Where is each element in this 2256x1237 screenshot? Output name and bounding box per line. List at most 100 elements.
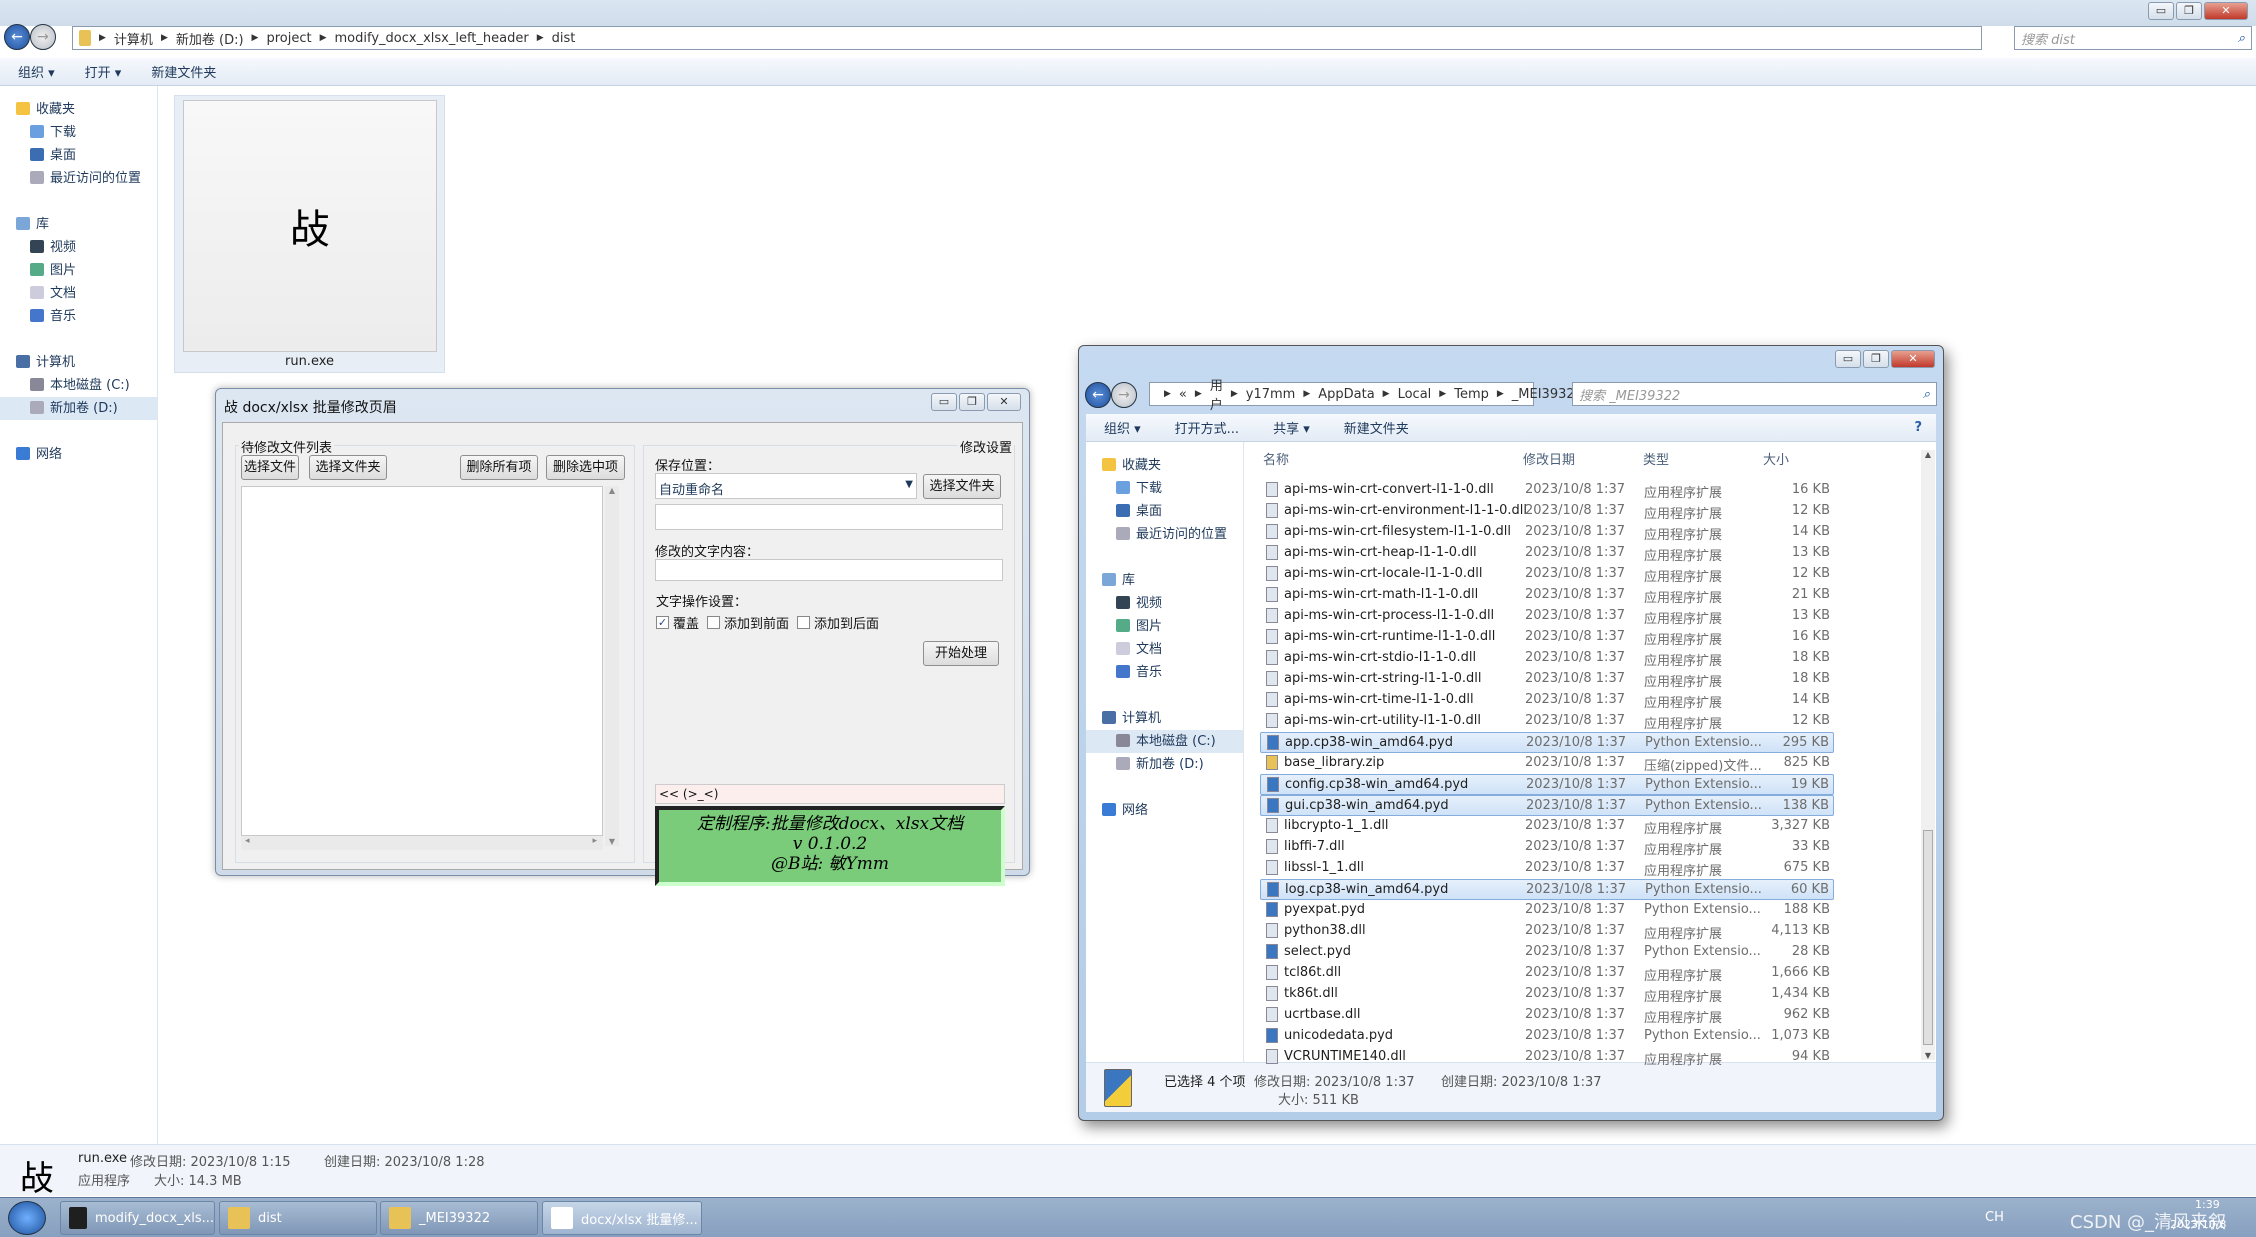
forward-button[interactable]: → — [30, 24, 56, 50]
file-row[interactable]: config.cp38-win_amd64.pyd 2023/10/8 1:37 P… — [1260, 774, 1834, 795]
file-row[interactable]: api-ms-win-crt-stdio-l1-1-0.dll 2023/10/8… — [1260, 648, 1834, 669]
listbox-vertical-scrollbar[interactable]: ▲ ▼ — [605, 486, 619, 846]
file-row[interactable]: libcrypto-1_1.dll 2023/10/8 1:37 应用程序扩展 3,3… — [1260, 816, 1834, 837]
nav-desktop[interactable]: 桌面 — [16, 144, 157, 167]
save-path-input[interactable] — [655, 504, 1003, 530]
file-row[interactable]: api-ms-win-crt-process-l1-1-0.dll 2023/10… — [1260, 606, 1834, 627]
nav-drive-c[interactable]: 本地磁盘 (C:) — [1086, 730, 1243, 753]
back-button[interactable]: ← — [4, 24, 30, 50]
breadcrumb-item[interactable]: project — [266, 31, 311, 46]
nav-recent[interactable]: 最近访问的位置 — [1102, 523, 1243, 546]
breadcrumb-item[interactable]: Temp — [1454, 387, 1489, 402]
file-row[interactable]: api-ms-win-crt-runtime-l1-1-0.dll 2023/10… — [1260, 627, 1834, 648]
delete-selected-button[interactable]: 删除选中项 — [546, 455, 625, 480]
nav-computer[interactable]: 计算机 — [1102, 707, 1243, 730]
option-checkbox[interactable]: 添加到后面 — [797, 613, 879, 632]
file-row[interactable]: ucrtbase.dll 2023/10/8 1:37 应用程序扩展 962 KB — [1260, 1005, 1834, 1026]
breadcrumb-item[interactable]: « — [1179, 387, 1187, 402]
file-row[interactable]: api-ms-win-crt-filesystem-l1-1-0.dll 2023… — [1260, 522, 1834, 543]
file-row[interactable]: api-ms-win-crt-string-l1-1-0.dll 2023/10/… — [1260, 669, 1834, 690]
checkbox-icon[interactable] — [797, 616, 811, 629]
nav-drive-d[interactable]: 新加卷 (D:) — [0, 397, 157, 420]
open-button[interactable]: 打开 ▾ — [85, 62, 122, 81]
breadcrumb-item[interactable]: 用户 — [1210, 375, 1223, 413]
save-location-select[interactable]: 自动重命名 ▼ — [655, 473, 917, 499]
search-icon[interactable]: ⌕ — [1923, 387, 1930, 402]
taskbar-item[interactable]: _MEI39322 — [380, 1201, 538, 1235]
app-window-controls[interactable]: ▭ ❐ ✕ — [931, 393, 1021, 411]
file-row[interactable]: pyexpat.pyd 2023/10/8 1:37 Python Extensio… — [1260, 900, 1834, 921]
nav-videos[interactable]: 视频 — [16, 236, 157, 259]
breadcrumb-item[interactable]: modify_docx_xlsx_left_header — [335, 31, 529, 46]
file-list-scrollbar[interactable]: ▲ ▼ — [1921, 450, 1935, 1060]
explorer2-window-controls[interactable]: ▭ ❐ ✕ — [1835, 350, 1935, 368]
choose-folder-button[interactable]: 选择文件夹 — [923, 474, 1001, 499]
file-listbox[interactable] — [241, 486, 603, 836]
nav-drive-c[interactable]: 本地磁盘 (C:) — [16, 374, 157, 397]
file-row[interactable]: select.pyd 2023/10/8 1:37 Python Extensio.… — [1260, 942, 1834, 963]
checkbox-icon[interactable]: ✓ — [656, 616, 669, 629]
nav-network[interactable]: 网络 — [1102, 799, 1243, 822]
nav-documents[interactable]: 文档 — [1102, 638, 1243, 661]
nav-favorites[interactable]: 收藏夹 — [16, 98, 157, 121]
breadcrumb-item[interactable]: Local — [1398, 387, 1432, 402]
tray-time[interactable]: 1:39 — [2195, 1198, 2220, 1211]
breadcrumb-item[interactable]: 新加卷 (D:) — [176, 29, 244, 48]
start-button[interactable] — [8, 1201, 46, 1235]
address-bar[interactable]: ▶ «▶ 用户 ▶ y17mm ▶ AppData ▶ Local ▶ Temp ▶ _MEI39322 — [1149, 379, 1583, 413]
breadcrumb-item[interactable]: dist — [552, 31, 576, 46]
tray-language[interactable]: CH — [1985, 1210, 2004, 1225]
file-row[interactable]: python38.dll 2023/10/8 1:37 应用程序扩展 4,113 KB — [1260, 921, 1834, 942]
search-input[interactable]: 搜索 _MEI39322 ⌕ — [1572, 382, 1937, 406]
nav-music[interactable]: 音乐 — [16, 305, 157, 328]
file-row[interactable]: api-ms-win-crt-time-l1-1-0.dll 2023/10/8 … — [1260, 690, 1834, 711]
file-item-run-exe[interactable]: 敁 run.exe — [174, 95, 445, 373]
file-row[interactable]: api-ms-win-crt-heap-l1-1-0.dll 2023/10/8 … — [1260, 543, 1834, 564]
breadcrumb-item[interactable]: 计算机 — [114, 29, 153, 48]
file-row[interactable]: tcl86t.dll 2023/10/8 1:37 应用程序扩展 1,666 KB — [1260, 963, 1834, 984]
nav-pictures[interactable]: 图片 — [16, 259, 157, 282]
organize-button[interactable]: 组织 ▾ — [1104, 418, 1141, 437]
search-input[interactable]: 搜索 dist ⌕ — [2014, 26, 2252, 50]
file-row[interactable]: log.cp38-win_amd64.pyd 2023/10/8 1:37 Pyth… — [1260, 879, 1834, 900]
nav-downloads[interactable]: 下载 — [16, 121, 157, 144]
forward-button[interactable]: → — [1111, 382, 1137, 408]
main-window-controls[interactable]: ▭ ❐ ✕ — [2148, 2, 2248, 20]
nav-music[interactable]: 音乐 — [1102, 661, 1243, 684]
file-row[interactable]: app.cp38-win_amd64.pyd 2023/10/8 1:37 Pyth… — [1260, 732, 1834, 753]
file-row[interactable]: VCRUNTIME140.dll 2023/10/8 1:37 应用程序扩展 94 K… — [1260, 1047, 1834, 1068]
column-header-size[interactable]: 大小 — [1763, 449, 1789, 468]
file-row[interactable]: api-ms-win-crt-environment-l1-1-0.dll 202… — [1260, 501, 1834, 522]
nav-recent[interactable]: 最近访问的位置 — [16, 167, 157, 190]
share-button[interactable]: 共享 ▾ — [1273, 418, 1310, 437]
nav-drive-d[interactable]: 新加卷 (D:) — [1102, 753, 1243, 776]
nav-pictures[interactable]: 图片 — [1102, 615, 1243, 638]
nav-documents[interactable]: 文档 — [16, 282, 157, 305]
file-row[interactable]: api-ms-win-crt-math-l1-1-0.dll 2023/10/8 … — [1260, 585, 1834, 606]
file-row[interactable]: api-ms-win-crt-locale-l1-1-0.dll 2023/10/… — [1260, 564, 1834, 585]
column-header-name[interactable]: 名称 — [1263, 449, 1289, 468]
new-folder-button[interactable]: 新建文件夹 — [1344, 418, 1409, 437]
nav-desktop[interactable]: 桌面 — [1102, 500, 1243, 523]
text-content-input[interactable] — [655, 559, 1003, 581]
nav-network[interactable]: 网络 — [16, 443, 157, 466]
nav-libraries[interactable]: 库 — [16, 213, 157, 236]
file-row[interactable]: base_library.zip 2023/10/8 1:37 压缩(zipped)… — [1260, 753, 1834, 774]
new-folder-button[interactable]: 新建文件夹 — [151, 62, 216, 81]
option-checkbox[interactable]: ✓ 覆盖 — [656, 613, 699, 632]
column-header-date[interactable]: 修改日期 — [1523, 449, 1575, 468]
select-file-button[interactable]: 选择文件 — [241, 455, 299, 480]
file-row[interactable]: tk86t.dll 2023/10/8 1:37 应用程序扩展 1,434 KB — [1260, 984, 1834, 1005]
option-checkbox[interactable]: 添加到前面 — [707, 613, 789, 632]
file-row[interactable]: api-ms-win-crt-convert-l1-1-0.dll 2023/10… — [1260, 480, 1834, 501]
start-button[interactable]: 开始处理 — [923, 641, 999, 666]
file-row[interactable]: libffi-7.dll 2023/10/8 1:37 应用程序扩展 33 KB — [1260, 837, 1834, 858]
taskbar-item[interactable]: dist — [219, 1201, 377, 1235]
file-row[interactable]: api-ms-win-crt-utility-l1-1-0.dll 2023/10… — [1260, 711, 1834, 732]
file-row[interactable]: unicodedata.pyd 2023/10/8 1:37 Python Exte… — [1260, 1026, 1834, 1047]
column-header-type[interactable]: 类型 — [1643, 449, 1669, 468]
nav-videos[interactable]: 视频 — [1102, 592, 1243, 615]
taskbar-item[interactable]: modify_docx_xls... — [60, 1201, 215, 1235]
breadcrumb-item[interactable]: y17mm — [1246, 387, 1296, 402]
select-folder-button[interactable]: 选择文件夹 — [309, 455, 387, 480]
